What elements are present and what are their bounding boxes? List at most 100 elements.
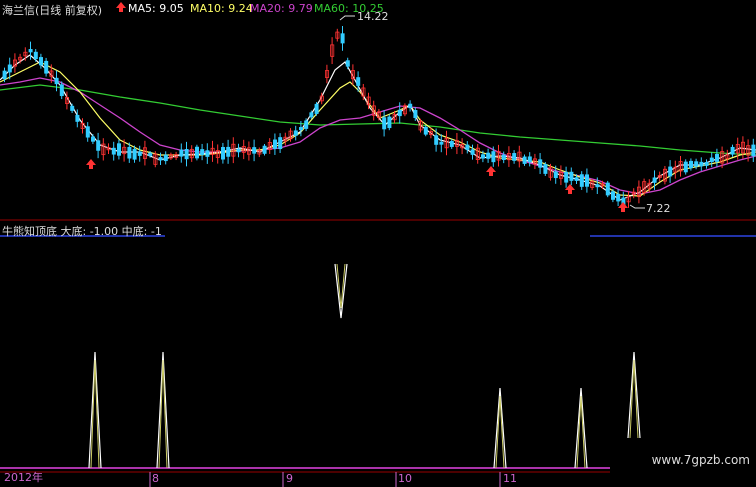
- ma10-label: MA10: 9.24: [190, 2, 253, 15]
- candle-body: [262, 145, 267, 154]
- candle-body: [220, 147, 225, 160]
- candle-body: [314, 103, 319, 114]
- candle-body: [465, 144, 470, 150]
- candle-body: [39, 57, 44, 66]
- top-signal-spike: [334, 263, 348, 319]
- candle-body: [272, 139, 277, 149]
- buy-marker: [618, 202, 628, 212]
- candle-body: [179, 149, 184, 157]
- ma5-label: MA5: 9.05: [128, 2, 184, 15]
- candle-body: [382, 117, 387, 130]
- candle-body: [491, 151, 496, 163]
- high-pointer: [339, 15, 355, 21]
- ma20-label: MA20: 9.79: [250, 2, 313, 15]
- candle-body: [449, 141, 454, 147]
- candle-body: [194, 146, 199, 159]
- candle-body: [340, 33, 345, 44]
- candle-body: [132, 148, 137, 160]
- candle-body: [704, 162, 709, 166]
- ma5-line: [0, 54, 756, 201]
- high-price-label: 14.22: [357, 10, 389, 23]
- candle-body: [117, 143, 122, 156]
- candle-body: [574, 177, 579, 181]
- candle-body: [148, 152, 153, 156]
- candle-body: [44, 60, 49, 74]
- candle-body: [423, 126, 428, 135]
- candle-body: [226, 146, 231, 157]
- candle-body: [278, 137, 283, 150]
- indicator-title: 牛熊知顶底 大底: -1.00 中底: -1: [2, 225, 162, 238]
- low-pointer: [629, 204, 645, 209]
- candle-body: [356, 77, 361, 86]
- buy-markers: [86, 2, 628, 212]
- candle-body: [345, 60, 350, 67]
- candle-body: [309, 112, 314, 118]
- date-label: 8: [152, 472, 159, 485]
- candle-body: [480, 154, 485, 159]
- candle-body: [439, 141, 444, 145]
- candle-body: [397, 109, 402, 117]
- date-label: 10: [398, 472, 412, 485]
- candle-body: [683, 161, 688, 173]
- candle-body: [163, 154, 168, 162]
- candle-body: [28, 49, 33, 53]
- candle-body: [70, 105, 75, 111]
- candle-body: [7, 64, 12, 73]
- buy-marker: [86, 159, 96, 169]
- candle-body: [2, 70, 7, 80]
- candle-body: [564, 171, 569, 183]
- candle-body: [304, 120, 309, 129]
- candle-body: [501, 154, 506, 161]
- candle-body: [715, 153, 720, 162]
- candle-body: [200, 149, 205, 155]
- candle-body: [611, 191, 616, 200]
- candle-body: [91, 136, 96, 142]
- candle-body: [137, 151, 142, 156]
- stock-title: 海兰信(日线 前复权): [2, 4, 103, 17]
- candle-body: [522, 156, 527, 164]
- candle-body: [709, 157, 714, 163]
- low-price-label: 7.22: [646, 202, 671, 215]
- candle-body: [605, 182, 610, 196]
- candle-body: [751, 144, 756, 157]
- candle-body: [387, 116, 392, 129]
- candle-body: [652, 177, 657, 183]
- candle-body: [413, 110, 418, 119]
- candle-body: [59, 84, 64, 97]
- candle-body: [579, 174, 584, 187]
- candle-body: [585, 174, 590, 187]
- candle-body: [543, 164, 548, 174]
- date-label: 9: [286, 472, 293, 485]
- candle-body: [54, 77, 59, 85]
- spike-inner: [336, 263, 346, 309]
- title-arrow: [116, 2, 126, 12]
- candle-body: [699, 161, 704, 167]
- candle-body: [434, 135, 439, 145]
- candle-body: [96, 140, 101, 151]
- candle-body: [538, 159, 543, 168]
- candle-body: [75, 114, 80, 122]
- candle-body: [527, 156, 532, 163]
- candle-body: [486, 152, 491, 159]
- indicator-spikes: [88, 263, 641, 469]
- candle-body: [111, 147, 116, 155]
- candle-body: [689, 160, 694, 169]
- candle-body: [595, 184, 600, 188]
- candle-body: [470, 149, 475, 155]
- candle-body: [694, 161, 699, 167]
- kline-chart[interactable]: [0, 0, 756, 487]
- date-label: 11: [503, 472, 517, 485]
- date-label: 2012年: [4, 471, 43, 484]
- date-ticks: [149, 472, 501, 487]
- candle-body: [408, 103, 413, 109]
- candle-body: [252, 147, 257, 154]
- candle-body: [127, 146, 132, 159]
- candles-group: [2, 25, 756, 212]
- candle-body: [205, 150, 210, 157]
- candle-body: [298, 127, 303, 131]
- buy-marker: [486, 166, 496, 176]
- candle-body: [668, 166, 673, 177]
- candle-body: [293, 130, 298, 136]
- candle-body: [553, 171, 558, 179]
- indicator-spikes-inner: [90, 263, 639, 469]
